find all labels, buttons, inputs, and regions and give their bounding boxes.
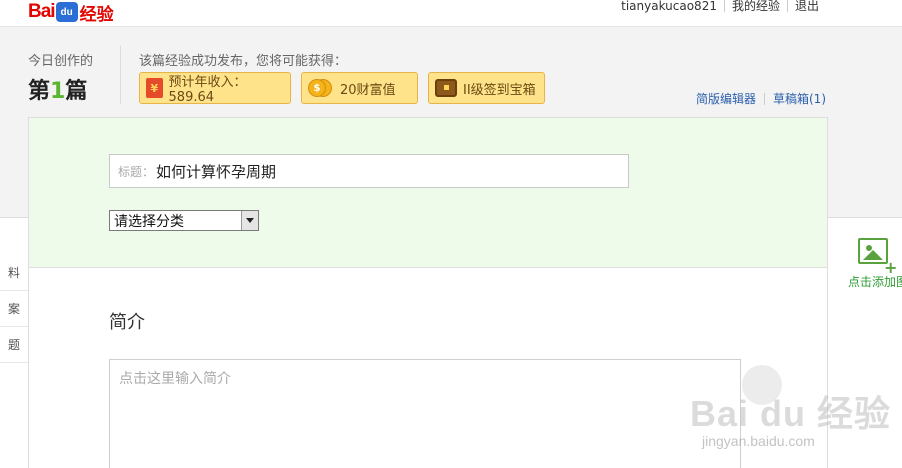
- treasure-chest-icon: [435, 79, 457, 97]
- category-select[interactable]: 请选择分类: [109, 210, 259, 231]
- count-number: 1: [50, 79, 66, 104]
- today-count: 第1篇: [28, 73, 87, 105]
- count-prefix: 第: [28, 79, 51, 104]
- title-section: 标题： 如何计算怀孕周期 请选择分类: [29, 118, 827, 268]
- editor-links: 简版编辑器 草稿箱(1): [688, 90, 826, 107]
- title-input[interactable]: 标题： 如何计算怀孕周期: [109, 154, 629, 188]
- baidu-jingyan-logo[interactable]: Bai du 经验: [28, 1, 114, 25]
- count-suffix: 篇: [65, 79, 88, 104]
- title-prefix-label: 标题：: [118, 164, 155, 179]
- chest-badge: II级签到宝箱: [428, 72, 545, 104]
- red-envelope-icon: ¥: [146, 78, 163, 98]
- header-divider: [120, 46, 121, 104]
- intro-textarea[interactable]: 点击这里输入简介: [109, 359, 741, 468]
- coin-icon: $ $: [308, 78, 334, 98]
- wealth-text: 20财富值: [340, 82, 396, 98]
- chevron-down-icon[interactable]: [241, 211, 258, 230]
- left-nav-item[interactable]: 题: [0, 327, 28, 363]
- editor-card: 标题： 如何计算怀孕周期 请选择分类 简介 点击这里输入简介: [28, 117, 828, 468]
- left-nav-item[interactable]: 料: [0, 255, 28, 291]
- title-value: 如何计算怀孕周期: [156, 162, 277, 181]
- income-text: 预计年收入：589.64: [168, 75, 247, 105]
- income-badge: ¥ 预计年收入：589.64: [139, 72, 291, 105]
- drafts-link[interactable]: 草稿箱(1): [765, 90, 826, 107]
- logout-link[interactable]: 退出: [788, 0, 826, 12]
- chest-text: II级签到宝箱: [463, 82, 536, 98]
- right-side-panel: + 点击添加图片: [828, 217, 902, 468]
- logo-paw-icon: du: [55, 2, 78, 22]
- my-experience-link[interactable]: 我的经验: [725, 0, 787, 12]
- reward-label: 该篇经验成功发布，您将可能获得：: [139, 54, 348, 69]
- username-link[interactable]: tianyakucao821: [614, 0, 724, 12]
- top-bar: Bai du 经验 tianyakucao821 我的经验 退出: [0, 0, 902, 27]
- logo-text-bai: Bai: [28, 1, 56, 22]
- intro-placeholder: 点击这里输入简介: [119, 371, 231, 387]
- logo-text-jingyan: 经验: [79, 4, 114, 25]
- add-image-label[interactable]: 点击添加图片: [848, 273, 902, 290]
- wealth-badge: $ $ 20财富值: [301, 72, 418, 104]
- simple-editor-link[interactable]: 简版编辑器: [688, 90, 764, 107]
- left-nav-item[interactable]: 案: [0, 291, 28, 327]
- category-selected-value: 请选择分类: [114, 213, 184, 230]
- intro-heading: 简介: [109, 312, 145, 333]
- user-nav: tianyakucao821 我的经验 退出: [614, 0, 826, 14]
- left-side-panel: 料 案 题: [0, 217, 28, 468]
- today-created-label: 今日创作的: [28, 54, 94, 69]
